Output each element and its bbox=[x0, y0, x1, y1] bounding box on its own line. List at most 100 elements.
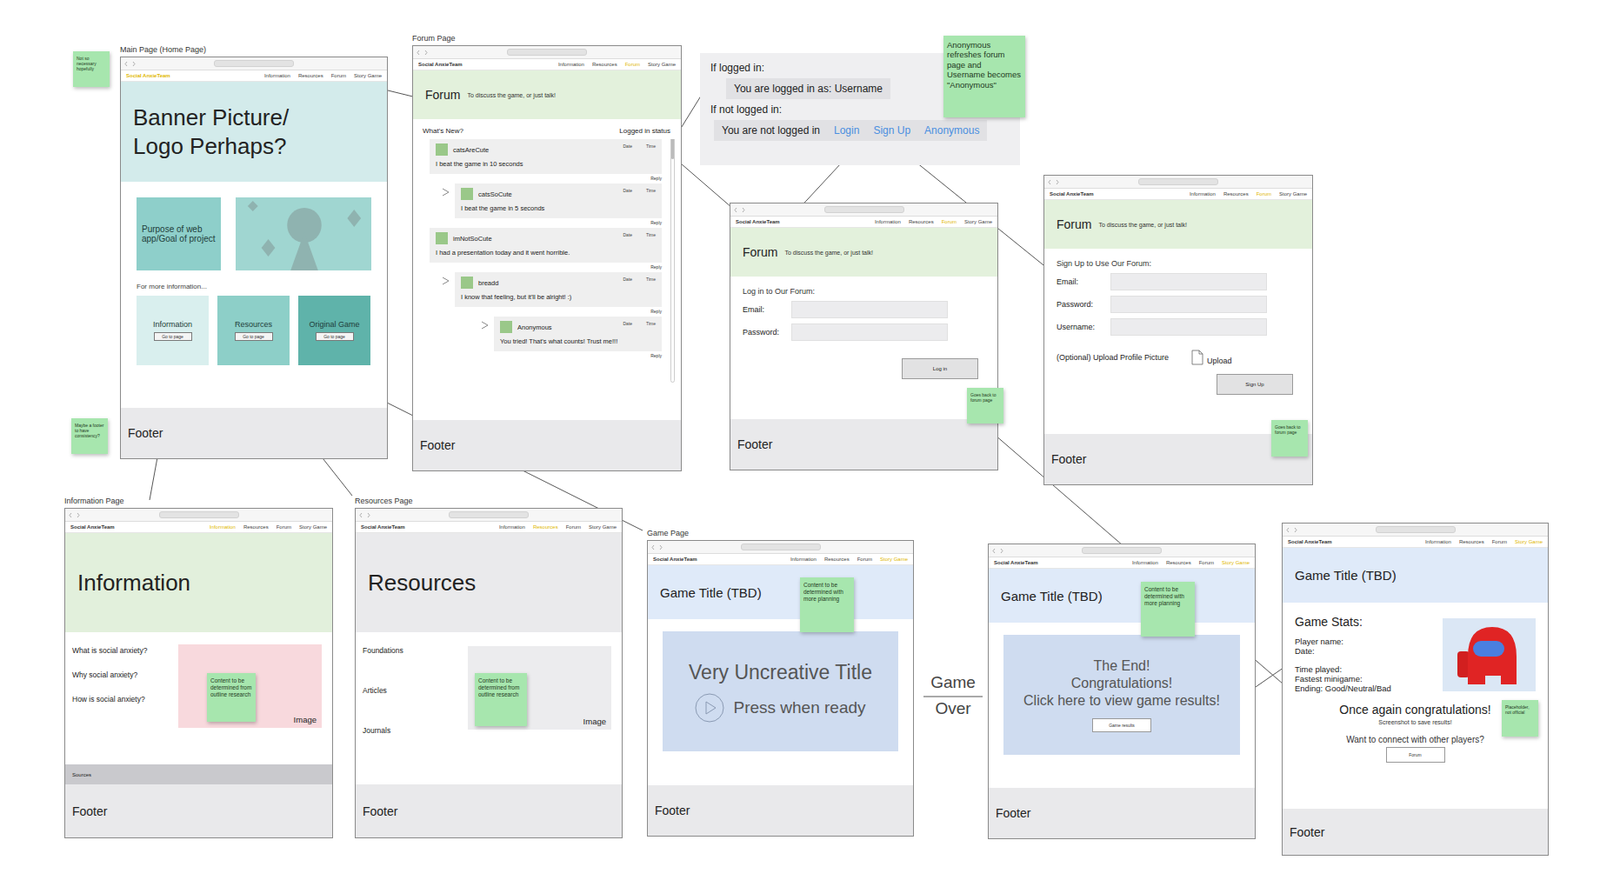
start-button[interactable]: Press when ready bbox=[694, 693, 866, 723]
nav-item[interactable]: Story Game bbox=[647, 61, 676, 67]
auth-link[interactable]: Anonymous bbox=[924, 124, 980, 137]
game-end-page: Social AnxieTeam Information Resources Foru… bbox=[987, 543, 1256, 840]
nav-item[interactable]: Story Game bbox=[1279, 191, 1307, 197]
url-field[interactable] bbox=[1081, 546, 1162, 554]
brand-logo[interactable]: Social AnxieTeam bbox=[360, 524, 406, 530]
url-field[interactable] bbox=[213, 60, 294, 67]
auth-link[interactable]: Login bbox=[833, 124, 860, 137]
text-field[interactable] bbox=[1110, 273, 1267, 291]
nav-item[interactable]: Forum bbox=[331, 73, 347, 79]
page-header: Information bbox=[65, 533, 333, 633]
nav-arrows-icon bbox=[651, 544, 664, 551]
text-field[interactable] bbox=[1110, 295, 1267, 314]
question-link[interactable]: What is social anxiety? bbox=[72, 646, 147, 655]
results-button[interactable]: Game results bbox=[1092, 718, 1152, 733]
url-field[interactable] bbox=[1375, 526, 1456, 534]
nav-item[interactable]: Resources bbox=[824, 556, 850, 562]
sources-bar: Sources bbox=[65, 764, 333, 785]
nav-item[interactable]: Story Game bbox=[353, 73, 382, 79]
nav-item[interactable]: Resources bbox=[908, 219, 934, 225]
footer: Footer bbox=[120, 407, 387, 459]
avatar bbox=[500, 320, 513, 334]
auth-link[interactable]: Sign Up bbox=[873, 124, 911, 137]
nav-item[interactable]: Resources bbox=[243, 524, 269, 530]
nav-item[interactable]: Information bbox=[264, 73, 291, 79]
nav-item[interactable]: Forum bbox=[1256, 191, 1272, 197]
text-field[interactable] bbox=[1110, 318, 1267, 336]
text-field[interactable] bbox=[791, 323, 948, 341]
post-user: breadd bbox=[478, 279, 619, 287]
nav-item[interactable]: Resources bbox=[1459, 539, 1485, 545]
question-link[interactable]: Why social anxiety? bbox=[72, 670, 147, 680]
nav-item[interactable]: Resources bbox=[1223, 191, 1249, 197]
url-field[interactable] bbox=[824, 206, 905, 214]
question-link[interactable]: How is social anxiety? bbox=[72, 694, 147, 704]
nav-item[interactable]: Information bbox=[874, 219, 901, 225]
nav-item[interactable]: Information bbox=[558, 61, 585, 67]
scrollbar[interactable] bbox=[670, 139, 675, 383]
nav-item[interactable]: Information bbox=[1132, 560, 1159, 566]
url-field[interactable] bbox=[448, 511, 529, 519]
post-text: You tried! That's what counts! Trust me!… bbox=[500, 333, 656, 346]
upload-button[interactable]: Upload bbox=[1191, 349, 1233, 366]
resource-link[interactable]: Foundations bbox=[362, 646, 404, 655]
resource-link[interactable]: Journals bbox=[362, 726, 404, 735]
reply-link[interactable]: Reply bbox=[429, 262, 662, 273]
nav-item[interactable]: Story Game bbox=[964, 219, 993, 225]
nav-item[interactable]: Forum bbox=[857, 556, 873, 562]
text-field[interactable] bbox=[791, 300, 948, 319]
nav-item[interactable]: Forum bbox=[625, 61, 640, 67]
nav-item[interactable]: Information bbox=[499, 524, 526, 530]
reply-link[interactable]: Reply bbox=[429, 173, 662, 184]
nav-item[interactable]: Resources bbox=[533, 524, 559, 530]
url-field[interactable] bbox=[740, 543, 821, 551]
url-field[interactable] bbox=[1138, 178, 1219, 186]
card-button[interactable]: Go to page bbox=[153, 332, 193, 341]
link-card: InformationGo to page bbox=[136, 295, 209, 366]
brand-logo[interactable]: Social AnxieTeam bbox=[126, 73, 171, 79]
nav-item[interactable]: Story Game bbox=[299, 524, 327, 530]
url-field[interactable] bbox=[159, 511, 240, 519]
browser-bar bbox=[730, 203, 998, 217]
nav-item[interactable]: Information bbox=[1425, 539, 1452, 545]
nav-item[interactable]: Forum bbox=[566, 524, 581, 530]
nav-item[interactable]: Story Game bbox=[880, 556, 908, 562]
nav-bar: Social AnxieTeam Information Resources Foru… bbox=[647, 553, 914, 566]
brand-logo[interactable]: Social AnxieTeam bbox=[1049, 191, 1094, 197]
nav-item[interactable]: Information bbox=[1189, 191, 1216, 197]
page-label: Game Page bbox=[646, 528, 689, 538]
reply-link[interactable]: Reply bbox=[454, 306, 662, 317]
url-field[interactable] bbox=[506, 48, 587, 56]
reply-arrow-icon bbox=[439, 275, 455, 287]
card-button[interactable]: Go to page bbox=[315, 332, 354, 341]
reply-link[interactable]: Reply bbox=[493, 351, 662, 361]
brand-logo[interactable]: Social AnxieTeam bbox=[653, 556, 698, 562]
nav-arrows-icon bbox=[68, 512, 81, 519]
nav-item[interactable]: Forum bbox=[1199, 560, 1214, 566]
login-button[interactable]: Log in bbox=[901, 358, 979, 380]
nav-item[interactable]: Forum bbox=[1492, 539, 1507, 545]
page-label: Main Page (Home Page) bbox=[120, 45, 207, 54]
reply-link[interactable]: Reply bbox=[454, 218, 662, 228]
signup-button[interactable]: Sign Up bbox=[1216, 373, 1294, 395]
card-button[interactable]: Go to page bbox=[234, 332, 274, 341]
resource-link[interactable]: Articles bbox=[362, 686, 404, 695]
nav-item[interactable]: Forum bbox=[276, 524, 292, 530]
nav-item[interactable]: Resources bbox=[298, 73, 324, 79]
nav-item[interactable]: Resources bbox=[1166, 560, 1192, 566]
post: breaddDateTimeI know that feeling, but i… bbox=[429, 272, 662, 317]
brand-logo[interactable]: Social AnxieTeam bbox=[993, 560, 1039, 566]
nav-item[interactable]: Information bbox=[790, 556, 817, 562]
nav-item[interactable]: Information bbox=[209, 524, 236, 530]
forum-button[interactable]: Forum bbox=[1386, 746, 1446, 763]
brand-logo[interactable]: Social AnxieTeam bbox=[70, 524, 115, 530]
brand-logo[interactable]: Social AnxieTeam bbox=[735, 219, 780, 225]
nav-item[interactable]: Story Game bbox=[1514, 539, 1543, 545]
nav-item[interactable]: Story Game bbox=[1221, 560, 1250, 566]
brand-logo[interactable]: Social AnxieTeam bbox=[1287, 539, 1333, 545]
nav-item[interactable]: Forum bbox=[941, 219, 957, 225]
nav-item[interactable]: Story Game bbox=[588, 524, 617, 530]
footer: Footer bbox=[413, 420, 681, 471]
brand-logo[interactable]: Social AnxieTeam bbox=[418, 61, 463, 67]
nav-item[interactable]: Resources bbox=[592, 61, 618, 67]
